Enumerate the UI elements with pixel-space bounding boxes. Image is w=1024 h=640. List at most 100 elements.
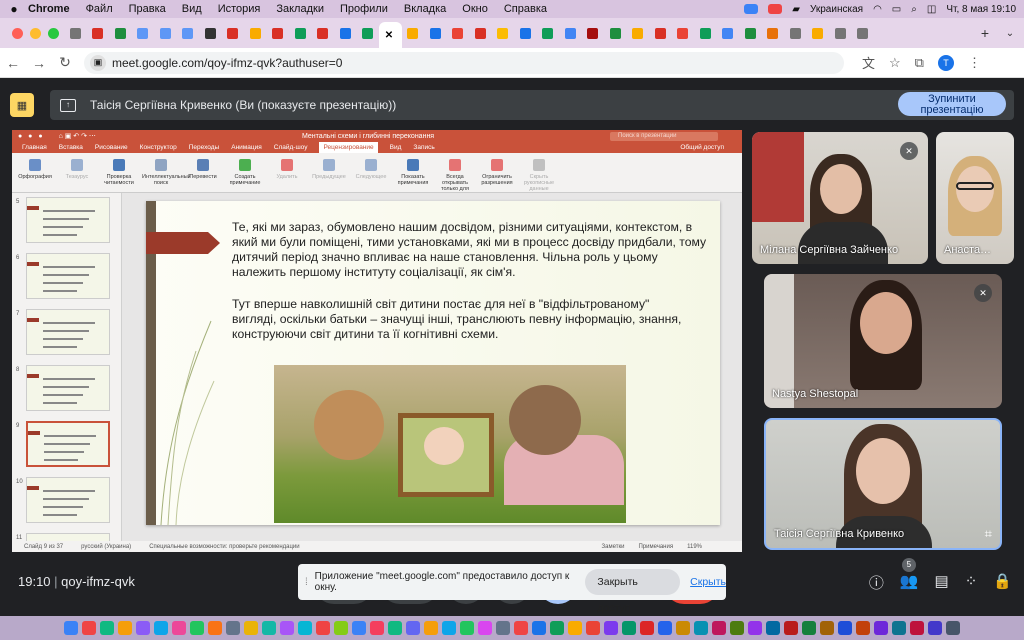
dock-app-icon[interactable]: [766, 621, 780, 635]
wifi-icon[interactable]: ◠: [873, 4, 882, 15]
dock-app-icon[interactable]: [172, 621, 186, 635]
stop-sharing-button[interactable]: Закрыть доступ: [585, 569, 681, 614]
participant-tile-anastasia[interactable]: Анаста…: [936, 132, 1014, 264]
dock-app-icon[interactable]: [424, 621, 438, 635]
tab-search-chevron-icon[interactable]: ⌄: [996, 28, 1024, 39]
menu-item-1[interactable]: Правка: [129, 3, 166, 15]
browser-tab[interactable]: [244, 22, 267, 44]
dock-app-icon[interactable]: [298, 621, 312, 635]
browser-tab[interactable]: [829, 22, 852, 44]
dock-app-icon[interactable]: [586, 621, 600, 635]
browser-tab[interactable]: [672, 22, 695, 44]
browser-tab[interactable]: [537, 22, 560, 44]
menu-item-8[interactable]: Справка: [504, 3, 547, 15]
dock-app-icon[interactable]: [712, 621, 726, 635]
dock-app-icon[interactable]: [640, 621, 654, 635]
search-icon[interactable]: ⌕: [911, 4, 917, 15]
dock-app-icon[interactable]: [154, 621, 168, 635]
zoom-status-icon[interactable]: [744, 4, 759, 14]
browser-tab[interactable]: [312, 22, 335, 44]
browser-tab[interactable]: [334, 22, 357, 44]
dock-app-icon[interactable]: [136, 621, 150, 635]
browser-tab[interactable]: [492, 22, 515, 44]
dock-app-icon[interactable]: [550, 621, 564, 635]
dock-app-icon[interactable]: [946, 621, 960, 635]
browser-tab[interactable]: [604, 22, 627, 44]
browser-tab[interactable]: [717, 22, 740, 44]
browser-tab[interactable]: [762, 22, 785, 44]
dock-app-icon[interactable]: [334, 621, 348, 635]
dock-app-icon[interactable]: [622, 621, 636, 635]
app-name-menu[interactable]: Chrome: [28, 3, 70, 15]
dock-app-icon[interactable]: [856, 621, 870, 635]
activities-icon[interactable]: ⁘: [965, 572, 978, 593]
browser-tab[interactable]: [784, 22, 807, 44]
browser-tab[interactable]: [132, 22, 155, 44]
flag-icon[interactable]: ▰: [792, 4, 800, 15]
dock-app-icon[interactable]: [460, 621, 474, 635]
menu-item-6[interactable]: Вкладка: [404, 3, 446, 15]
battery-icon[interactable]: ▭: [892, 4, 901, 15]
dock-app-icon[interactable]: [658, 621, 672, 635]
notification-badge-icon[interactable]: [768, 4, 783, 14]
url-text[interactable]: meet.google.com/qoy-ifmz-qvk?authuser=0: [112, 56, 342, 70]
menu-item-0[interactable]: Файл: [86, 3, 113, 15]
menu-item-2[interactable]: Вид: [182, 3, 202, 15]
dock-app-icon[interactable]: [748, 621, 762, 635]
dock-app-icon[interactable]: [262, 621, 276, 635]
dock-app-icon[interactable]: [442, 621, 456, 635]
crop-icon[interactable]: ⌗: [985, 526, 992, 542]
dock-app-icon[interactable]: [190, 621, 204, 635]
browser-tab[interactable]: [87, 22, 110, 44]
active-tab[interactable]: ✕: [379, 22, 402, 48]
browser-tab[interactable]: [514, 22, 537, 44]
translate-icon[interactable]: 文: [862, 53, 875, 72]
dock-app-icon[interactable]: [928, 621, 942, 635]
dock-app-icon[interactable]: [82, 621, 96, 635]
menu-item-7[interactable]: Окно: [462, 3, 488, 15]
browser-tab[interactable]: [424, 22, 447, 44]
dock-app-icon[interactable]: [802, 621, 816, 635]
participant-tile-milana[interactable]: ✕ Мілана Сергіївна Зайченко: [752, 132, 928, 264]
browser-tab[interactable]: [852, 22, 875, 44]
presentation-mode-icon[interactable]: ▦: [10, 93, 34, 117]
participant-tile-self[interactable]: ⌗ Таісія Сергіївна Кривенко: [764, 418, 1002, 550]
dock-app-icon[interactable]: [784, 621, 798, 635]
browser-tab[interactable]: [267, 22, 290, 44]
browser-tab[interactable]: [402, 22, 425, 44]
keyboard-layout[interactable]: Украинская: [810, 4, 863, 15]
dock-app-icon[interactable]: [226, 621, 240, 635]
menu-item-3[interactable]: История: [218, 3, 261, 15]
browser-tab[interactable]: [694, 22, 717, 44]
reload-icon[interactable]: ↻: [52, 54, 78, 71]
dock-app-icon[interactable]: [64, 621, 78, 635]
browser-tab[interactable]: [222, 22, 245, 44]
browser-tab[interactable]: [177, 22, 200, 44]
people-icon[interactable]: 👥 5: [900, 558, 919, 593]
address-bar[interactable]: ▣ meet.google.com/qoy-ifmz-qvk?authuser=…: [84, 51, 844, 74]
browser-tab[interactable]: [109, 22, 132, 44]
control-center-icon[interactable]: ◫: [927, 4, 936, 15]
browser-tab[interactable]: [559, 22, 582, 44]
dock-app-icon[interactable]: [208, 621, 222, 635]
dock-app-icon[interactable]: [604, 621, 618, 635]
dock-app-icon[interactable]: [694, 621, 708, 635]
browser-tab[interactable]: [627, 22, 650, 44]
browser-tab[interactable]: [447, 22, 470, 44]
site-info-icon[interactable]: ▣: [90, 54, 106, 71]
participant-tile-nastya[interactable]: ✕ Nastya Shestopal: [764, 274, 1002, 408]
browser-tab[interactable]: [582, 22, 605, 44]
menu-item-4[interactable]: Закладки: [276, 3, 324, 15]
zoom-window-button[interactable]: [48, 27, 59, 39]
dock-app-icon[interactable]: [820, 621, 834, 635]
browser-tab[interactable]: [739, 22, 762, 44]
dock-app-icon[interactable]: [388, 621, 402, 635]
chrome-menu-icon[interactable]: ⋮: [968, 55, 981, 71]
dock-app-icon[interactable]: [910, 621, 924, 635]
stop-presenting-button[interactable]: Зупинити презентацію: [898, 92, 1006, 116]
dock-app-icon[interactable]: [478, 621, 492, 635]
apple-icon[interactable]: ●: [0, 2, 28, 16]
dock-app-icon[interactable]: [316, 621, 330, 635]
dock-app-icon[interactable]: [280, 621, 294, 635]
dock-app-icon[interactable]: [352, 621, 366, 635]
